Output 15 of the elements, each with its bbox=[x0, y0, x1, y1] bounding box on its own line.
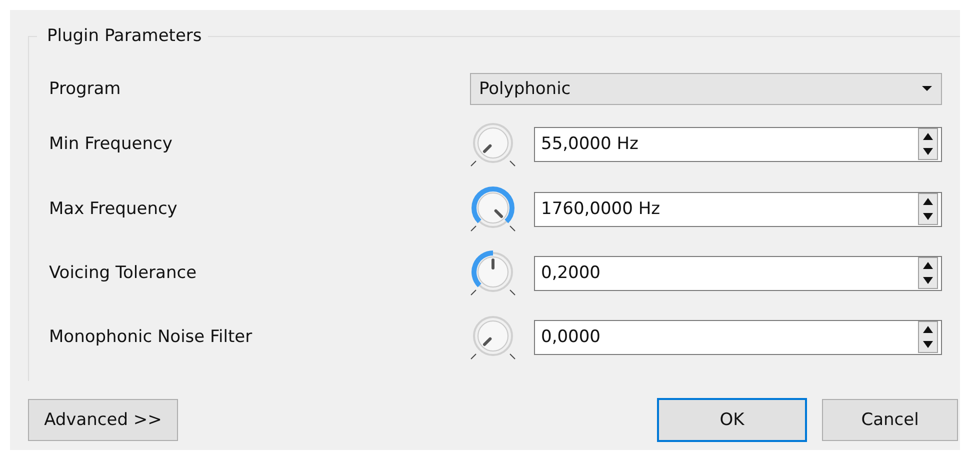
advanced-button[interactable]: Advanced >> bbox=[28, 399, 178, 441]
field-label: Voicing Tolerance bbox=[49, 263, 197, 283]
ok-button[interactable]: OK bbox=[657, 398, 807, 442]
spin-field[interactable]: 0,0000 bbox=[534, 320, 942, 354]
caret-icon bbox=[921, 85, 933, 93]
program-dropdown[interactable]: Polyphonic bbox=[470, 73, 942, 105]
field-label: Program bbox=[49, 79, 121, 99]
spin-field[interactable]: 0,2000 bbox=[534, 256, 942, 290]
spin-field[interactable]: 55,0000 Hz bbox=[534, 126, 942, 162]
field-label: Max Frequency bbox=[49, 199, 178, 219]
field-label: Monophonic Noise Filter bbox=[49, 327, 252, 347]
field-label: Min Frequency bbox=[49, 134, 172, 154]
spin-field[interactable]: 1760,0000 Hz bbox=[534, 192, 942, 226]
cancel-button[interactable]: Cancel bbox=[822, 399, 958, 441]
group-title: Plugin Parameters bbox=[37, 26, 208, 46]
